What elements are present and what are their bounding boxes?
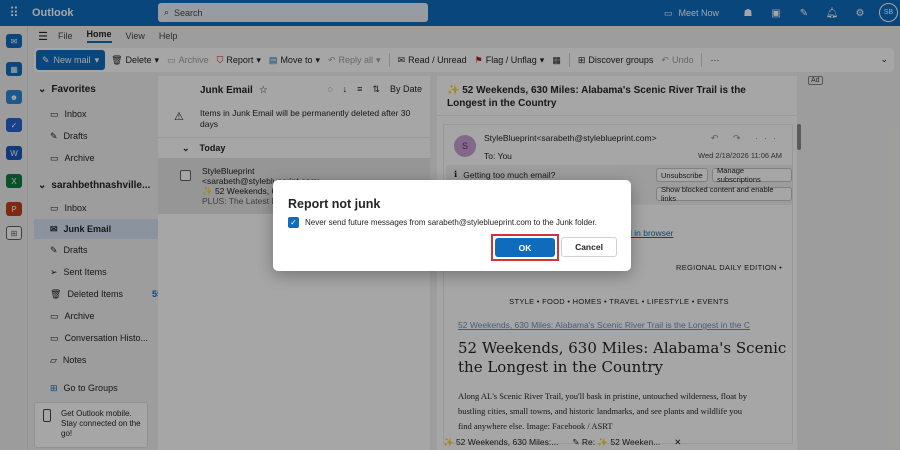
ok-button-highlight: OK — [491, 234, 559, 261]
dialog-title: Report not junk — [288, 197, 381, 211]
report-not-junk-dialog: Report not junk ✓ Never send future mess… — [273, 180, 631, 271]
checkbox-checked[interactable]: ✓ — [288, 217, 299, 228]
cancel-button[interactable]: Cancel — [561, 237, 617, 257]
ok-button[interactable]: OK — [495, 238, 555, 257]
checkbox-label: Never send future messages from sarabeth… — [305, 218, 597, 227]
never-send-junk-option[interactable]: ✓ Never send future messages from sarabe… — [288, 217, 597, 228]
